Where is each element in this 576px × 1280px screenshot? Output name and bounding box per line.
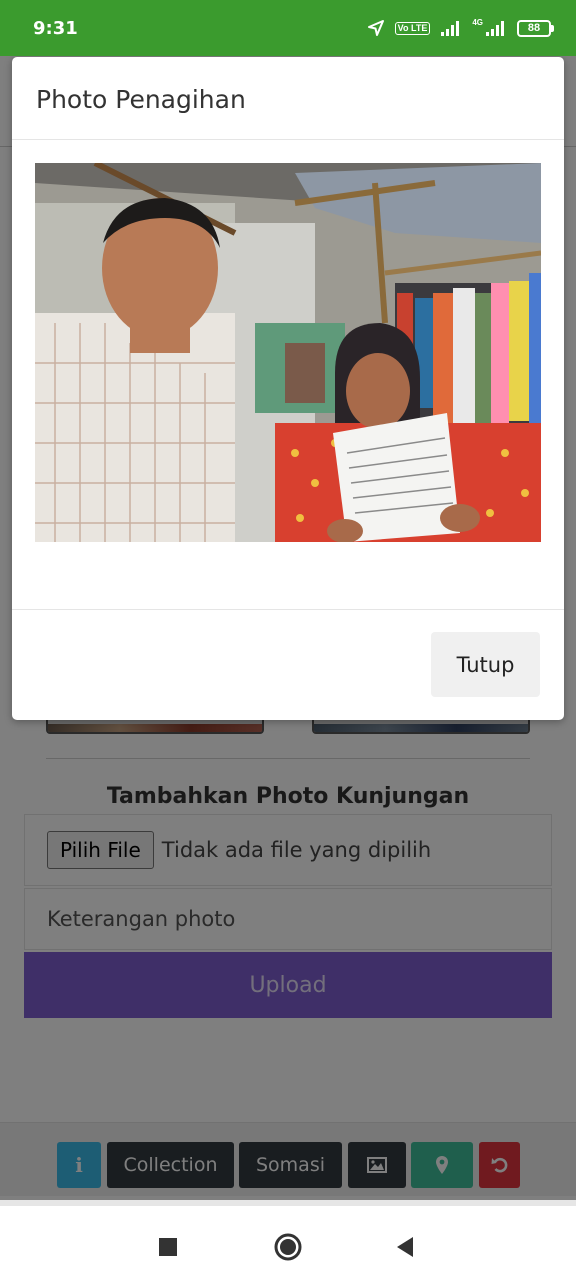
recents-square-icon	[159, 1238, 177, 1256]
modal-footer-divider	[12, 609, 564, 610]
volte-icon: Vo LTE	[394, 21, 431, 35]
collection-photo	[35, 163, 541, 542]
back-triangle-icon	[397, 1237, 413, 1257]
modal-header-divider	[12, 139, 564, 140]
location-arrow-icon	[367, 20, 384, 36]
close-button[interactable]: Tutup	[431, 632, 540, 697]
modal-title: Photo Penagihan	[36, 85, 246, 114]
home-circle-icon	[274, 1233, 302, 1261]
signal-icon	[441, 21, 460, 36]
photo-modal: Photo Penagihan Tutup	[12, 57, 564, 720]
home-button[interactable]	[271, 1230, 305, 1264]
signal-4g-icon: 4G	[472, 19, 507, 37]
recents-button[interactable]	[151, 1230, 185, 1264]
back-button[interactable]	[388, 1230, 422, 1264]
status-bar: 9:31 Vo LTE 4G 88	[0, 0, 576, 56]
battery-level: 88	[517, 19, 551, 37]
status-time: 9:31	[33, 17, 78, 39]
navigation-bar	[0, 1200, 576, 1280]
battery-icon: 88	[517, 19, 554, 37]
network-type-label: 4G	[472, 18, 483, 27]
status-icons: Vo LTE 4G 88	[367, 19, 554, 37]
